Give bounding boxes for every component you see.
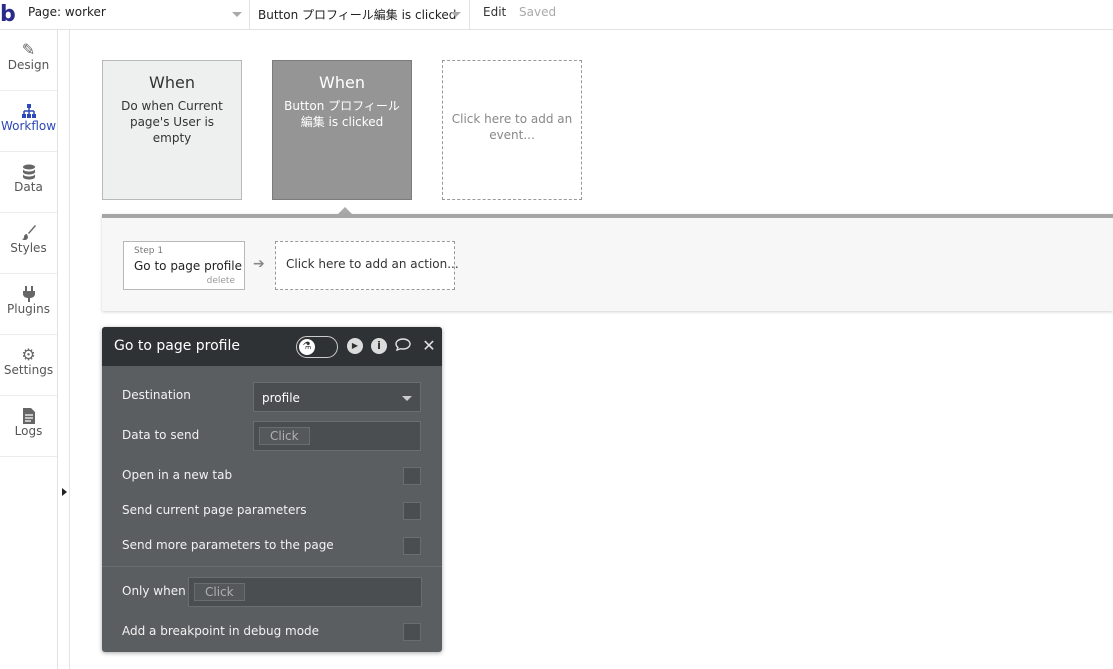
- destination-dropdown[interactable]: profile: [253, 382, 421, 412]
- plugins-icon: [0, 274, 57, 302]
- add-action-box[interactable]: Click here to add an action...: [275, 241, 459, 290]
- workflow-canvas: When Do when Current page's User is empt…: [71, 30, 1113, 669]
- action-strip: Step 1 Go to page profile delete ➔ Click…: [102, 214, 1113, 311]
- styles-icon: [0, 213, 57, 241]
- open-new-tab-label: Open in a new tab: [122, 468, 233, 482]
- data-to-send-click[interactable]: Click: [259, 427, 310, 445]
- comment-icon[interactable]: [395, 338, 411, 354]
- sidebar-item-data[interactable]: Data: [0, 152, 57, 213]
- panel-header: Go to page profile ⚗ ▶ i ✕: [102, 327, 442, 366]
- play-icon[interactable]: ▶: [347, 338, 363, 354]
- step-delete-link[interactable]: delete: [207, 276, 235, 286]
- event-card-button-clicked[interactable]: When Button プロフィール編集 is clicked: [272, 60, 412, 200]
- event-when-label: When: [149, 73, 195, 92]
- panel-divider: [102, 566, 442, 567]
- event-when-label: When: [319, 73, 365, 92]
- sidebar-item-label: Styles: [10, 241, 47, 255]
- sidebar-item-styles[interactable]: Styles: [0, 213, 57, 274]
- event-selector-label: Button プロフィール編集 is clicked: [258, 8, 457, 22]
- workflow-icon: [0, 91, 57, 118]
- selected-event-pointer: [338, 207, 352, 214]
- top-bar: b Page: worker Button プロフィール編集 is clicke…: [0, 0, 1113, 30]
- step-1-box[interactable]: Step 1 Go to page profile delete: [123, 241, 245, 290]
- panel-title: Go to page profile: [114, 338, 241, 354]
- step-name: Go to page profile: [134, 259, 243, 273]
- add-event-label: Click here to add an event...: [451, 112, 573, 142]
- sidebar-item-label: Design: [7, 58, 50, 72]
- design-icon: ✎: [21, 40, 36, 59]
- sidebar-item-label: Logs: [14, 424, 43, 438]
- event-description: Button プロフィール編集 is clicked: [284, 99, 400, 129]
- chevron-down-icon: [402, 396, 412, 401]
- chevron-down-icon: [232, 12, 242, 17]
- action-property-panel: Go to page profile ⚗ ▶ i ✕ Destination p…: [102, 327, 442, 652]
- arrow-right-icon: ➔: [253, 256, 265, 272]
- left-sidebar: ✎ Design Workflow Data Styles Plugins ⚙ …: [0, 30, 58, 669]
- page-selector-label: Page: worker: [28, 5, 106, 19]
- bubble-logo: b: [0, 2, 16, 27]
- sidebar-gutter: [58, 30, 70, 669]
- chevron-down-icon: [451, 12, 461, 17]
- event-description: Do when Current page's User is empty: [121, 99, 223, 145]
- add-event-card[interactable]: Click here to add an event...: [442, 60, 582, 200]
- event-card-current-user-empty[interactable]: When Do when Current page's User is empt…: [102, 60, 242, 200]
- sidebar-item-label: Workflow: [0, 119, 57, 133]
- saved-status: Saved: [519, 5, 557, 19]
- logs-icon: [0, 396, 57, 424]
- gear-icon: ⚙: [21, 345, 36, 364]
- open-new-tab-checkbox[interactable]: [403, 467, 421, 485]
- close-icon[interactable]: ✕: [421, 338, 437, 354]
- event-selector[interactable]: Button プロフィール編集 is clicked: [250, 0, 470, 30]
- page-selector[interactable]: Page: worker: [20, 0, 250, 30]
- action-toggle[interactable]: ⚗: [296, 336, 338, 358]
- data-icon: [0, 152, 57, 180]
- only-when-label: Only when: [122, 584, 186, 598]
- sidebar-item-logs[interactable]: Logs: [0, 396, 57, 457]
- data-to-send-input[interactable]: Click: [253, 421, 421, 451]
- send-current-params-checkbox[interactable]: [403, 502, 421, 520]
- beaker-icon: ⚗: [299, 339, 315, 355]
- only-when-input[interactable]: Click: [188, 577, 422, 607]
- step-number: Step 1: [134, 246, 164, 256]
- data-to-send-label: Data to send: [122, 428, 200, 442]
- sidebar-item-settings[interactable]: ⚙ Settings: [0, 335, 57, 396]
- sidebar-item-label: Data: [14, 180, 43, 194]
- send-current-params-label: Send current page parameters: [122, 503, 307, 517]
- send-more-params-checkbox[interactable]: [403, 537, 421, 555]
- breakpoint-checkbox[interactable]: [403, 623, 421, 641]
- expand-arrow-icon[interactable]: [62, 488, 67, 496]
- sidebar-item-plugins[interactable]: Plugins: [0, 274, 57, 335]
- edit-menu[interactable]: Edit: [483, 5, 506, 19]
- breakpoint-label: Add a breakpoint in debug mode: [122, 624, 320, 638]
- send-more-params-label: Send more parameters to the page: [122, 538, 334, 552]
- add-action-label: Click here to add an action...: [286, 257, 459, 271]
- info-icon[interactable]: i: [371, 338, 387, 354]
- destination-value: profile: [262, 391, 300, 405]
- only-when-click[interactable]: Click: [194, 583, 245, 601]
- sidebar-item-design[interactable]: ✎ Design: [0, 30, 57, 91]
- sidebar-item-label: Settings: [3, 363, 54, 377]
- sidebar-item-workflow[interactable]: Workflow: [0, 91, 57, 152]
- sidebar-item-label: Plugins: [7, 302, 50, 316]
- destination-label: Destination: [122, 388, 191, 402]
